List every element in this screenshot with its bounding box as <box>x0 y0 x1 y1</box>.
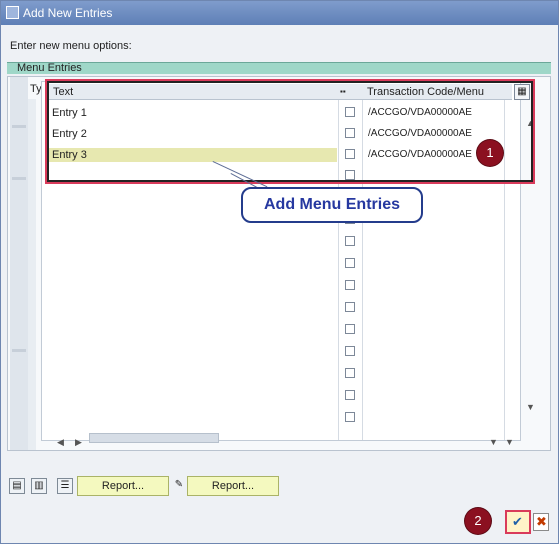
row-checkbox[interactable] <box>345 368 355 378</box>
row-selector-column[interactable] <box>10 77 28 450</box>
row-checkbox[interactable] <box>345 346 355 356</box>
table-settings-icon[interactable]: ▦ <box>514 84 530 100</box>
add-new-entries-dialog: Add New Entries Enter new menu options: … <box>0 0 559 544</box>
type-column <box>28 99 36 450</box>
scroll-down-icon[interactable]: ▼ <box>526 402 535 412</box>
group-label: Menu Entries <box>17 62 82 74</box>
list-icon[interactable]: ☰ <box>57 478 73 494</box>
dialog-titlebar: Add New Entries <box>1 1 558 25</box>
row-tcode-cell[interactable]: /ACCGO/VDA00000AE <box>368 107 472 118</box>
horizontal-scrollbar[interactable] <box>89 433 219 443</box>
tcode-column-header[interactable]: Transaction Code/Menu <box>362 84 512 100</box>
menu-entries-group: Menu Entries <box>7 62 551 74</box>
scroll-left-icon[interactable]: ◀ <box>57 437 64 448</box>
row-text-cell[interactable]: Entry 1 <box>52 107 87 119</box>
dialog-title: Add New Entries <box>23 6 113 20</box>
selected-row-highlight <box>47 148 337 162</box>
add-menu-entries-callout: Add Menu Entries <box>241 187 423 223</box>
scroll-up-icon[interactable]: ▲ <box>526 118 535 128</box>
row-checkbox[interactable] <box>345 236 355 246</box>
row-text-cell[interactable]: Entry 3 <box>52 149 87 161</box>
row-checkbox[interactable] <box>345 302 355 312</box>
column-divider <box>362 100 363 440</box>
cancel-button[interactable]: ✖ <box>533 513 549 531</box>
step-badge-2: 2 <box>465 508 491 534</box>
row-tcode-cell[interactable]: /ACCGO/VDA00000AE <box>368 128 472 139</box>
row-checkbox[interactable] <box>345 149 355 159</box>
column-divider <box>504 100 505 440</box>
select-all-icon[interactable]: ▤ <box>9 478 25 494</box>
report-button-2[interactable]: Report... <box>187 476 279 496</box>
row-checkbox[interactable] <box>345 412 355 422</box>
cancel-icon: ✖ <box>536 514 547 529</box>
scroll-down-icon[interactable]: ▼ <box>489 437 498 447</box>
row-marker <box>12 349 26 352</box>
scroll-down-icon[interactable]: ▼ <box>505 437 514 447</box>
row-checkbox[interactable] <box>345 258 355 268</box>
menu-entries-table: Text ▪▪ Transaction Code/Menu ▦ Entry 1 … <box>41 81 535 441</box>
step-badge-1: 1 <box>477 140 503 166</box>
deselect-all-icon[interactable]: ▥ <box>31 478 47 494</box>
window-icon <box>6 6 19 19</box>
text-column-header[interactable]: Text <box>48 84 338 100</box>
row-tcode-cell[interactable]: /ACCGO/VDA00000AE <box>368 149 472 160</box>
ok-icon: ✔ <box>512 514 523 529</box>
row-checkbox[interactable] <box>345 170 355 180</box>
row-marker <box>12 125 26 128</box>
pencil-icon[interactable]: ✎ <box>171 478 187 494</box>
report-button-1[interactable]: Report... <box>77 476 169 496</box>
checkbox-column-header[interactable]: ▪▪ <box>338 84 362 100</box>
row-checkbox[interactable] <box>345 107 355 117</box>
row-checkbox[interactable] <box>345 390 355 400</box>
column-divider <box>338 100 339 440</box>
scroll-right-icon[interactable]: ▶ <box>75 437 82 448</box>
ok-button[interactable]: ✔ <box>505 510 531 534</box>
prompt-label: Enter new menu options: <box>10 40 132 52</box>
row-checkbox[interactable] <box>345 280 355 290</box>
row-checkbox[interactable] <box>345 128 355 138</box>
row-text-cell[interactable]: Entry 2 <box>52 128 87 140</box>
row-marker <box>12 177 26 180</box>
row-checkbox[interactable] <box>345 324 355 334</box>
